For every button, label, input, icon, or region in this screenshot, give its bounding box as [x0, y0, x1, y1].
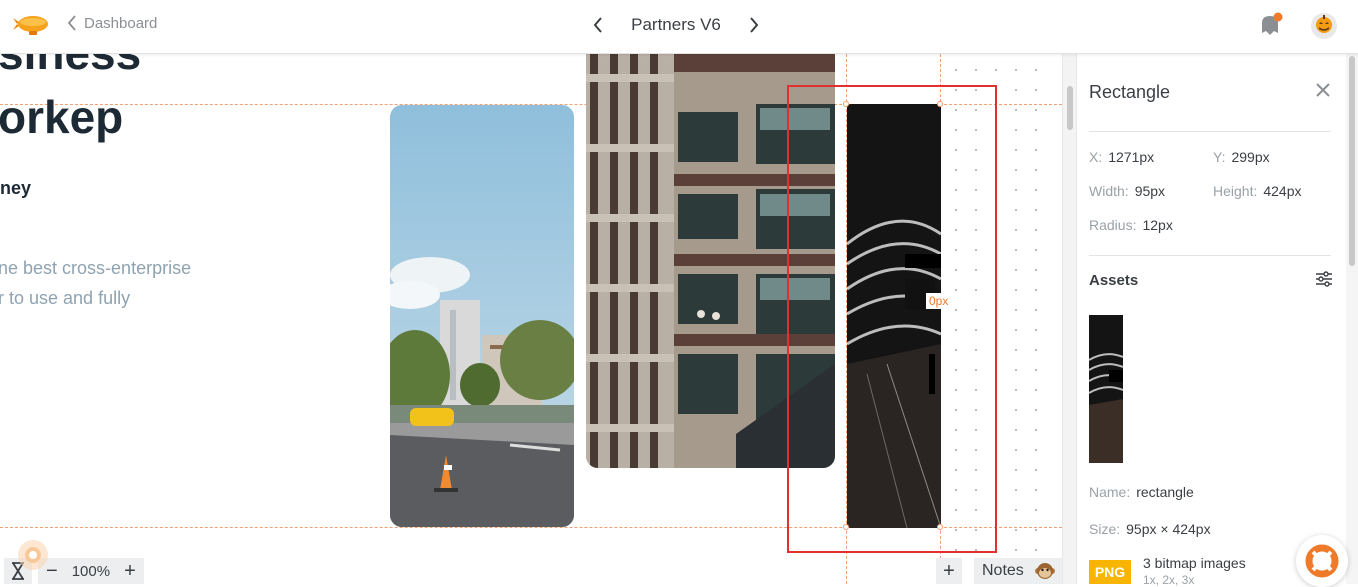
height-property: Height: 424px	[1213, 183, 1302, 199]
width-property: Width: 95px	[1089, 183, 1165, 199]
assets-heading: Assets	[1089, 272, 1139, 289]
spacing-measure-label: 0px	[926, 293, 952, 309]
selection-handle[interactable]	[843, 524, 849, 530]
body-text-line-2: r to use and fully	[0, 288, 131, 308]
user-avatar-icon[interactable]	[1309, 11, 1339, 41]
radius-value[interactable]: 12px	[1142, 217, 1172, 233]
project-title: Partners V6	[631, 15, 721, 34]
design-canvas[interactable]: siness orkep ney ne best cross-enterpris…	[0, 54, 1062, 584]
size-label: Size:	[1089, 521, 1121, 537]
selection-handle[interactable]	[937, 101, 943, 107]
subheading: ney	[0, 178, 32, 198]
notes-label: Notes	[982, 562, 1024, 579]
x-value[interactable]: 1271px	[1108, 149, 1154, 165]
back-to-dashboard-link[interactable]: Dashboard	[66, 14, 157, 32]
selection-handle[interactable]	[937, 524, 943, 530]
divider	[1089, 255, 1331, 256]
chevron-right-icon	[750, 17, 759, 33]
zoom-control: − 100% +	[38, 558, 144, 584]
add-note-button[interactable]: +	[936, 558, 962, 584]
zeppelin-logo-icon[interactable]	[12, 10, 50, 40]
hero-heading-line-1: siness	[0, 54, 141, 80]
hero-heading-line-2: orkep	[0, 91, 124, 143]
close-icon[interactable]	[1315, 82, 1331, 98]
width-label: Width:	[1089, 183, 1129, 199]
asset-thumbnail[interactable]	[1089, 315, 1123, 463]
radius-label: Radius:	[1089, 217, 1137, 233]
png-format-badge[interactable]: PNG	[1089, 560, 1131, 584]
x-property: X: 1271px	[1089, 149, 1154, 165]
y-property: Y: 299px	[1213, 149, 1270, 165]
divider	[1089, 131, 1331, 132]
back-label: Dashboard	[84, 14, 158, 32]
y-label: Y:	[1213, 149, 1226, 165]
lifebuoy-icon	[1305, 544, 1339, 578]
inspector-scroll-thumb[interactable]	[1349, 56, 1355, 266]
layer-title: Rectangle	[1089, 82, 1171, 102]
top-bar: Dashboard Partners V6	[0, 0, 1358, 54]
size-value: 95px × 424px	[1126, 521, 1211, 537]
height-value[interactable]: 424px	[1263, 183, 1301, 199]
body-text-line-1: ne best cross-enterprise	[0, 258, 192, 278]
zoom-level[interactable]: 100%	[72, 563, 110, 580]
height-label: Height:	[1213, 183, 1258, 199]
help-button[interactable]	[1296, 535, 1348, 587]
canvas-scroll-thumb[interactable]	[1067, 86, 1073, 130]
width-value[interactable]: 95px	[1135, 183, 1165, 199]
pulse-indicator-icon	[18, 540, 48, 570]
bitmap-download-label[interactable]: 3 bitmap images	[1143, 555, 1246, 571]
radius-property: Radius: 12px	[1089, 217, 1173, 233]
previous-screen-button[interactable]	[588, 14, 608, 36]
inspector-panel: Rectangle X: 1271px Y: 299px Width: 95px He…	[1076, 54, 1346, 587]
street-photo-image	[390, 105, 574, 527]
y-value[interactable]: 299px	[1231, 149, 1269, 165]
bitmap-scales: 1x, 2x, 3x	[1143, 573, 1195, 587]
monkey-icon	[1034, 563, 1055, 579]
next-screen-button[interactable]	[744, 14, 764, 36]
selection-handle[interactable]	[843, 101, 849, 107]
size-property: Size: 95px × 424px	[1089, 521, 1211, 537]
name-value[interactable]: rectangle	[1136, 484, 1194, 500]
name-label: Name:	[1089, 484, 1131, 500]
asset-thumbnail-image	[1089, 315, 1123, 463]
chevron-left-icon	[67, 15, 76, 31]
x-label: X:	[1089, 149, 1103, 165]
name-property: Name: rectangle	[1089, 484, 1194, 500]
street-photo[interactable]	[390, 105, 574, 527]
settings-sliders-icon[interactable]	[1315, 270, 1333, 288]
canvas-scrollbar[interactable]	[1062, 54, 1076, 584]
notifications-icon[interactable]	[1256, 11, 1286, 41]
selection-measure-box	[787, 85, 997, 553]
zoom-in-button[interactable]: +	[124, 560, 136, 583]
notes-button[interactable]: Notes	[974, 558, 1062, 584]
inspector-scrollbar[interactable]	[1346, 54, 1358, 584]
chevron-left-icon	[593, 17, 602, 33]
project-navigator: Partners V6	[588, 12, 764, 38]
